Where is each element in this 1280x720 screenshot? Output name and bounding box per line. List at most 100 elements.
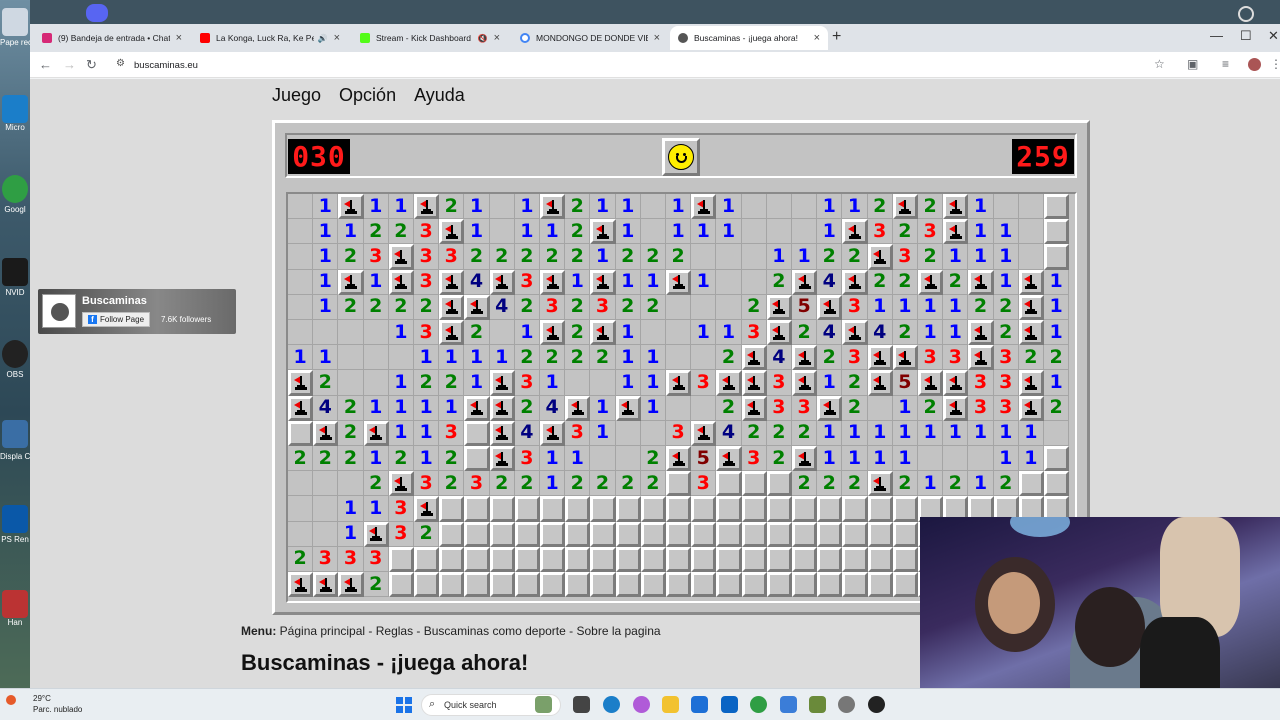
mine-cell-flagged[interactable] (590, 219, 616, 245)
mine-cell-number[interactable]: 1 (817, 370, 843, 396)
mine-cell-closed[interactable] (716, 572, 742, 598)
mine-cell-flagged[interactable] (741, 345, 767, 371)
mine-cell-number[interactable]: 3 (892, 244, 918, 270)
mine-cell-number[interactable]: 1 (313, 269, 339, 295)
mine-cell-closed[interactable] (540, 572, 566, 598)
mine-cell-number[interactable]: 2 (943, 269, 969, 295)
mine-cell-number[interactable]: 2 (766, 446, 792, 472)
menu-icon[interactable]: ⋮ (1270, 57, 1280, 71)
mine-cell-number[interactable]: 3 (590, 294, 616, 320)
mine-cell-flagged[interactable] (716, 370, 742, 396)
mine-cell-flagged[interactable] (439, 320, 465, 346)
mine-cell-number[interactable]: 3 (968, 370, 994, 396)
mine-cell-number[interactable]: 3 (918, 345, 944, 371)
mine-cell-flagged[interactable] (918, 269, 944, 295)
mine-cell-number[interactable]: 3 (363, 244, 389, 270)
mine-cell-closed[interactable] (666, 521, 692, 547)
mine-cell-empty[interactable] (640, 320, 666, 346)
mine-cell-closed[interactable] (666, 546, 692, 572)
mine-cell-closed[interactable] (766, 546, 792, 572)
facebook-page-widget[interactable]: Buscaminas f Follow Page 7.6K followers (38, 289, 236, 334)
speaker-icon[interactable]: 🔊 (318, 34, 328, 43)
mine-cell-number[interactable]: 2 (892, 471, 918, 497)
mine-cell-number[interactable]: 2 (388, 446, 414, 472)
reload-button[interactable]: ↻ (86, 57, 97, 73)
mine-cell-number[interactable]: 1 (716, 219, 742, 245)
mine-cell-number[interactable]: 2 (968, 294, 994, 320)
mine-cell-empty[interactable] (313, 471, 339, 497)
widgets-icon[interactable] (535, 696, 552, 713)
mine-cell-empty[interactable] (691, 395, 717, 421)
mine-cell-empty[interactable] (590, 446, 616, 472)
mine-cell-closed[interactable] (514, 496, 540, 522)
extensions-icon[interactable]: ▣ (1187, 57, 1198, 71)
mine-cell-number[interactable]: 1 (338, 496, 364, 522)
mine-cell-flagged[interactable] (741, 370, 767, 396)
mine-cell-empty[interactable] (1018, 219, 1044, 245)
mine-cell-closed[interactable] (867, 521, 893, 547)
mine-cell-closed[interactable] (792, 521, 818, 547)
mine-cell-number[interactable]: 2 (867, 194, 893, 220)
mine-cell-empty[interactable] (741, 219, 767, 245)
mine-cell-number[interactable]: 1 (943, 320, 969, 346)
mine-cell-flagged[interactable] (288, 370, 314, 396)
close-icon[interactable]: × (814, 32, 820, 44)
mine-cell-closed[interactable] (666, 496, 692, 522)
follow-page-button[interactable]: f Follow Page (82, 312, 151, 327)
mine-cell-flagged[interactable] (842, 269, 868, 295)
mine-cell-number[interactable]: 2 (338, 294, 364, 320)
mine-cell-flagged[interactable] (388, 471, 414, 497)
forward-button[interactable]: → (63, 57, 76, 72)
mine-cell-number[interactable]: 3 (741, 320, 767, 346)
mine-cell-closed[interactable] (892, 572, 918, 598)
mine-cell-closed[interactable] (1044, 471, 1070, 497)
mine-cell-number[interactable]: 1 (590, 194, 616, 220)
mine-cell-number[interactable]: 1 (514, 194, 540, 220)
mine-cell-flagged[interactable] (489, 420, 515, 446)
mine-cell-closed[interactable] (414, 546, 440, 572)
mine-cell-number[interactable]: 3 (363, 546, 389, 572)
mine-cell-number[interactable]: 4 (817, 269, 843, 295)
mine-cell-number[interactable]: 4 (867, 320, 893, 346)
mine-cell-closed[interactable] (1018, 471, 1044, 497)
mine-cell-closed[interactable] (691, 496, 717, 522)
mine-cell-number[interactable]: 1 (590, 420, 616, 446)
mine-cell-number[interactable]: 1 (1018, 420, 1044, 446)
mine-cell-number[interactable]: 2 (489, 244, 515, 270)
mine-cell-flagged[interactable] (1018, 320, 1044, 346)
mine-cell-number[interactable]: 2 (640, 244, 666, 270)
mine-cell-number[interactable]: 1 (313, 294, 339, 320)
mine-cell-number[interactable]: 3 (388, 521, 414, 547)
mine-cell-number[interactable]: 3 (414, 219, 440, 245)
mine-cell-number[interactable]: 1 (363, 395, 389, 421)
mine-cell-closed[interactable] (792, 546, 818, 572)
mine-cell-empty[interactable] (338, 345, 364, 371)
close-icon[interactable]: × (176, 32, 182, 44)
tab-google[interactable]: MONDONGO DE DONDE VIEN × (512, 26, 668, 50)
mine-cell-closed[interactable] (590, 572, 616, 598)
mine-cell-empty[interactable] (766, 194, 792, 220)
mine-cell-closed[interactable] (464, 446, 490, 472)
display-icon[interactable] (2, 420, 28, 448)
mine-cell-number[interactable]: 1 (892, 294, 918, 320)
mine-cell-closed[interactable] (766, 521, 792, 547)
settings-icon[interactable] (838, 696, 855, 713)
chrome-icon[interactable] (2, 175, 28, 203)
mine-cell-number[interactable]: 2 (414, 370, 440, 396)
mine-cell-number[interactable]: 1 (590, 244, 616, 270)
mine-cell-number[interactable]: 2 (338, 446, 364, 472)
mine-cell-empty[interactable] (288, 521, 314, 547)
mine-cell-number[interactable]: 1 (1018, 446, 1044, 472)
mine-cell-number[interactable]: 2 (363, 219, 389, 245)
mine-cell-number[interactable]: 2 (565, 320, 591, 346)
mine-cell-closed[interactable] (716, 546, 742, 572)
mine-cell-number[interactable]: 2 (338, 395, 364, 421)
mine-cell-number[interactable]: 1 (968, 420, 994, 446)
mine-cell-number[interactable]: 1 (817, 194, 843, 220)
mine-cell-number[interactable]: 1 (540, 370, 566, 396)
menu-juego[interactable]: Juego (272, 85, 321, 106)
mine-cell-number[interactable]: 1 (540, 471, 566, 497)
mine-cell-number[interactable]: 4 (464, 269, 490, 295)
mine-cell-empty[interactable] (1044, 420, 1070, 446)
mine-cell-number[interactable]: 1 (918, 320, 944, 346)
